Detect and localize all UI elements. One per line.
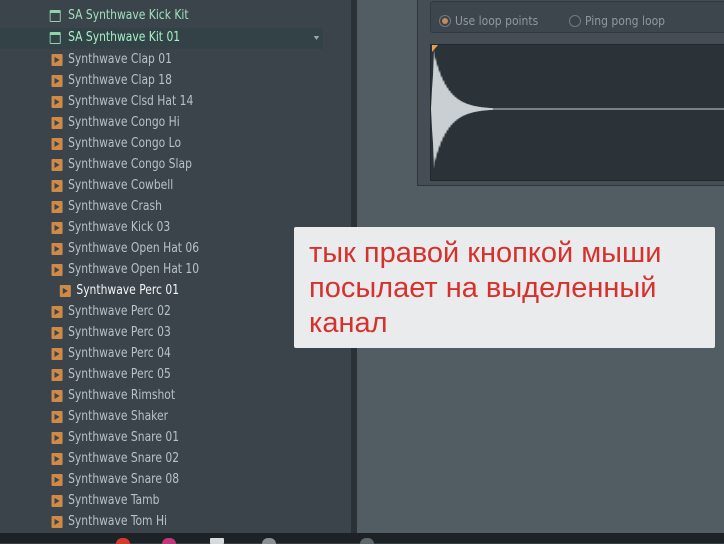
sample-item[interactable]: ▶ Synthwave Perc 04 [0, 344, 323, 365]
chevron-down-icon[interactable] [313, 36, 320, 40]
sample-icon: ▶ [51, 138, 63, 150]
sample-icon: ▶ [51, 348, 63, 360]
app-icon[interactable] [162, 538, 176, 544]
ping-pong-loop-label[interactable]: Ping pong loop [585, 14, 665, 28]
sample-icon: ▶ [51, 516, 63, 528]
sample-icon: ▶ [51, 474, 63, 486]
sample-label: Synthwave Shaker [68, 409, 169, 424]
sample-icon: ▶ [51, 222, 63, 234]
sample-item[interactable]: ▶ Synthwave Open Hat 10 [0, 260, 323, 281]
sample-label: Synthwave Open Hat 10 [68, 262, 200, 277]
sample-label: Synthwave Crash [68, 199, 162, 214]
use-loop-points-radio[interactable] [439, 15, 451, 27]
sample-item[interactable]: ▶ Synthwave Perc 01 [0, 281, 323, 302]
sample-icon: ▶ [51, 264, 63, 276]
sample-item[interactable]: ▶ Synthwave Perc 02 [0, 302, 323, 323]
annotation-line: посылает на выделенный [309, 272, 657, 304]
sample-item[interactable]: ▶ Synthwave Congo Lo [0, 134, 323, 155]
sample-label: Synthwave Perc 02 [68, 304, 171, 319]
start-marker-icon [432, 45, 438, 52]
sample-item[interactable]: ▶ Synthwave Snare 08 [0, 470, 323, 491]
sample-label: Synthwave Snare 01 [68, 430, 180, 445]
app-icon[interactable] [116, 538, 130, 544]
sample-item[interactable]: ▶ Synthwave Snare 01 [0, 428, 323, 449]
sample-item[interactable]: ▶ Synthwave Cowbell [0, 176, 323, 197]
waveform-icon [431, 45, 724, 169]
sample-label: Synthwave Perc 05 [68, 367, 171, 382]
sample-label: Synthwave Clsd Hat 14 [68, 94, 194, 109]
folder-label: SA Synthwave Kick Kit [68, 8, 189, 23]
sample-icon: ▶ [51, 75, 63, 87]
sample-item[interactable]: ▶ Synthwave Snare 02 [0, 449, 323, 470]
sample-label: Synthwave Congo Lo [68, 136, 182, 151]
sampler-settings-panel: Use loop points Ping pong loop [417, 0, 724, 186]
folder-label: SA Synthwave Kit 01 [68, 30, 181, 45]
sample-icon: ▶ [51, 117, 63, 129]
sample-item[interactable]: ▶ Synthwave Clap 01 [0, 50, 323, 71]
sample-label: Synthwave Kick 03 [68, 220, 171, 235]
use-loop-points-label[interactable]: Use loop points [455, 14, 538, 28]
sample-item[interactable]: ▶ Synthwave Tom Hi [0, 512, 323, 533]
sample-icon: ▶ [51, 243, 63, 255]
sample-item[interactable]: ▶ Synthwave Open Hat 06 [0, 239, 323, 260]
sample-icon: ▶ [51, 159, 63, 171]
sample-icon: ▶ [51, 390, 63, 402]
folder-icon [49, 32, 61, 44]
sample-label: Synthwave Perc 01 [76, 283, 180, 298]
sample-item[interactable]: ▶ Synthwave Clap 18 [0, 71, 323, 92]
sample-icon: ▶ [51, 201, 63, 213]
sample-label: Synthwave Congo Slap [68, 157, 192, 172]
sample-label: Synthwave Perc 03 [68, 325, 171, 340]
annotation-line: тык правой кнопкой мыши [309, 237, 662, 269]
annotation-line: канал [309, 307, 388, 339]
ping-pong-loop-radio[interactable] [569, 15, 581, 27]
sample-icon: ▶ [51, 327, 63, 339]
sample-label: Synthwave Snare 08 [68, 472, 180, 487]
sample-icon: ▶ [51, 180, 63, 192]
browser-folder-kick-kit[interactable]: SA Synthwave Kick Kit [0, 6, 323, 27]
sample-icon: ▶ [51, 453, 63, 465]
sample-label: Synthwave Tom Hi [68, 514, 168, 529]
sample-item[interactable]: ▶ Synthwave Perc 03 [0, 323, 323, 344]
browser-folder-kit-01[interactable]: SA Synthwave Kit 01 [0, 28, 323, 49]
sample-label: Synthwave Rimshot [68, 388, 176, 403]
sample-label: Synthwave Perc 04 [68, 346, 171, 361]
sample-icon: ▶ [51, 306, 63, 318]
taskbar [0, 533, 724, 544]
annotation-callout: тык правой кнопкой мыши посылает на выде… [294, 227, 715, 348]
sample-icon: ▶ [51, 495, 63, 507]
sample-label: Synthwave Cowbell [68, 178, 174, 193]
sample-item[interactable]: ▶ Synthwave Kick 03 [0, 218, 323, 239]
sample-label: Synthwave Tamb [68, 493, 160, 508]
sample-item[interactable]: ▶ Synthwave Shaker [0, 407, 323, 428]
sample-item[interactable]: ▶ Synthwave Congo Hi [0, 113, 323, 134]
sample-item[interactable]: ▶ Synthwave Clsd Hat 14 [0, 92, 323, 113]
sample-label: Synthwave Open Hat 06 [68, 241, 200, 256]
sample-label: Synthwave Clap 18 [68, 73, 172, 88]
sample-icon: ▶ [51, 411, 63, 423]
waveform-shape [431, 49, 493, 169]
folder-icon [49, 10, 61, 22]
sample-item[interactable]: ▶ Synthwave Tamb [0, 491, 323, 512]
app-icon[interactable] [210, 538, 224, 544]
sample-item[interactable]: ▶ Synthwave Congo Slap [0, 155, 323, 176]
app-icon[interactable] [262, 538, 276, 544]
waveform-display[interactable] [430, 44, 724, 181]
sample-label: Synthwave Snare 02 [68, 451, 180, 466]
sample-item[interactable]: ▶ Synthwave Perc 05 [0, 365, 323, 386]
loop-options-row: Use loop points Ping pong loop [430, 1, 724, 33]
sample-icon: ▶ [51, 369, 63, 381]
sample-item[interactable]: ▶ Synthwave Rimshot [0, 386, 323, 407]
sample-icon: ▶ [59, 285, 71, 297]
sample-icon: ▶ [51, 96, 63, 108]
sample-icon: ▶ [51, 54, 63, 66]
sample-label: Synthwave Clap 01 [68, 52, 172, 67]
sample-item[interactable]: ▶ Synthwave Crash [0, 197, 323, 218]
sample-icon: ▶ [51, 432, 63, 444]
app-icon[interactable] [360, 538, 374, 544]
sample-label: Synthwave Congo Hi [68, 115, 180, 130]
